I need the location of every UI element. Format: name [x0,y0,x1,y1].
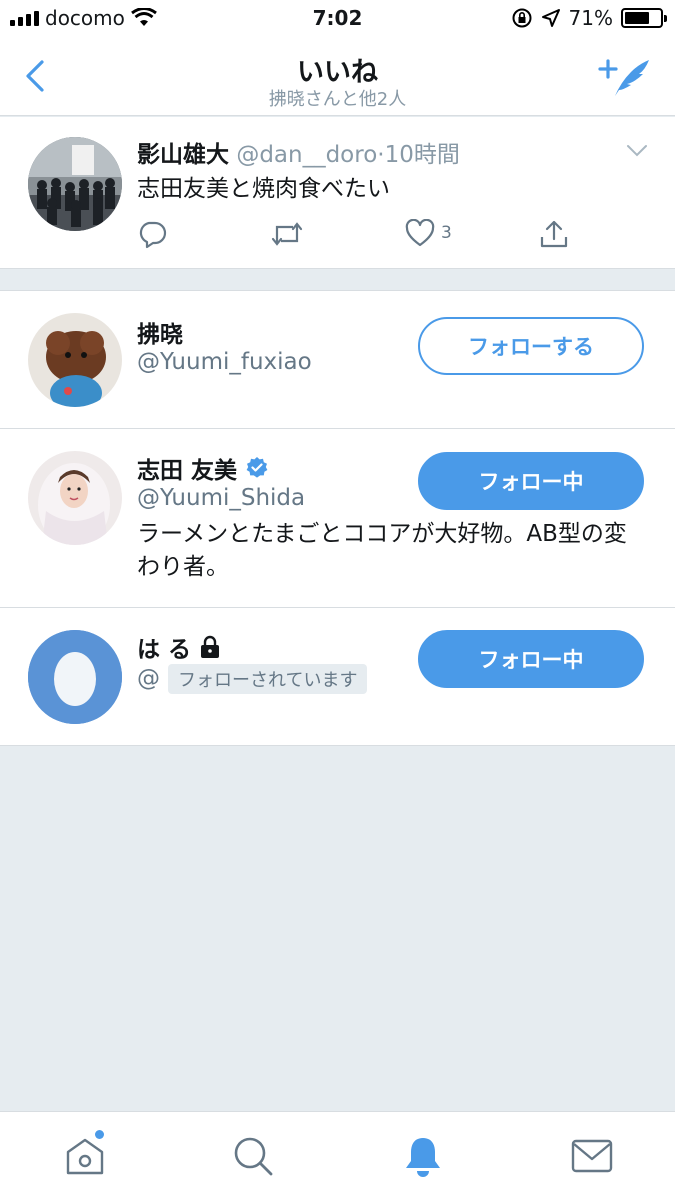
follow-button[interactable]: フォローする [418,317,644,375]
group-photo-image [28,137,122,231]
location-icon [541,9,560,27]
default-egg-avatar[interactable] [28,630,122,724]
reply-button[interactable] [137,219,167,249]
user-handle: @Yuumi_fuxiao [137,349,312,375]
tweet-author-avatar[interactable] [28,137,122,231]
lock-icon [201,635,220,658]
tweet-actions: 3 [137,219,577,255]
new-content-dot [95,1130,104,1139]
battery-fill [625,12,650,24]
navigation-bar: いいね 拂晓さんと他2人 [0,38,675,116]
user-handle-container: @ フォローされています [137,664,368,694]
user-row[interactable]: 拂晓 @Yuumi_fuxiao フォローする [0,291,675,429]
user-avatar[interactable] [28,313,122,407]
notifications-icon[interactable] [401,1134,445,1178]
following-button[interactable]: フォロー中 [418,452,644,510]
bottom-tab-bar [0,1111,675,1200]
user-bio: ラーメンとたまごとココアが大好物。AB型の変わり者。 [137,521,627,580]
battery-percent: 71% [568,6,613,30]
chevron-down-icon[interactable] [625,143,649,159]
page-subtitle: 拂晓さんと他2人 [268,89,407,110]
rotation-lock-icon [512,8,532,28]
like-count: 3 [441,223,452,243]
user-row[interactable]: は る @ フォローされています フォロー中 [0,608,675,745]
search-icon[interactable] [231,1134,275,1178]
user-row[interactable]: 志田 友美 @Yuumi_Shida ラーメンとたまごとココアが大好物。AB型の… [0,429,675,608]
reply-icon [139,221,167,249]
follows-you-badge: フォローされています [168,664,368,694]
compose-tweet-icon[interactable] [597,52,651,100]
retweet-button[interactable] [271,219,303,249]
user-avatar[interactable] [28,451,122,545]
like-button[interactable]: 3 [405,219,452,247]
share-icon [540,220,568,248]
user-handle: @ [137,665,160,692]
dog-photo-image [28,313,122,407]
tweet-author-name[interactable]: 影山雄大 [137,142,229,168]
status-bar: docomo 7:02 71% [0,0,675,38]
user-name[interactable]: 志田 友美 [137,451,237,485]
verified-badge-icon [246,457,268,478]
portrait-photo-image [28,451,122,545]
user-handle: @Yuumi_Shida [137,485,306,511]
heart-icon [405,219,435,247]
liked-tweet[interactable]: 影山雄大 @dan__doro·10時間 志田友美と焼肉食べたい 3 [0,117,675,269]
tweet-text: 志田友美と焼肉食べたい [137,176,390,202]
retweet-icon [271,222,303,246]
user-name[interactable]: 拂晓 [137,315,183,349]
user-name[interactable]: は る [137,630,191,664]
user-name-container: は る [137,630,221,664]
tweet-author-handle: @dan__doro [236,142,378,168]
share-button[interactable] [539,219,569,249]
page-title: いいね [297,57,378,88]
egg-icon [28,630,122,724]
tweet-timestamp: ·10時間 [377,142,460,168]
battery-icon [621,8,667,28]
home-icon[interactable] [63,1134,107,1178]
liked-by-user-list: 拂晓 @Yuumi_fuxiao フォローする 志田 友美 @Yuumi_Shi… [0,290,675,746]
messages-icon[interactable] [570,1134,614,1178]
tweet-header: 影山雄大 @dan__doro·10時間 [137,135,460,169]
user-name-container: 志田 友美 [137,451,269,485]
following-button[interactable]: フォロー中 [418,630,644,688]
status-right: 71% [511,6,667,30]
